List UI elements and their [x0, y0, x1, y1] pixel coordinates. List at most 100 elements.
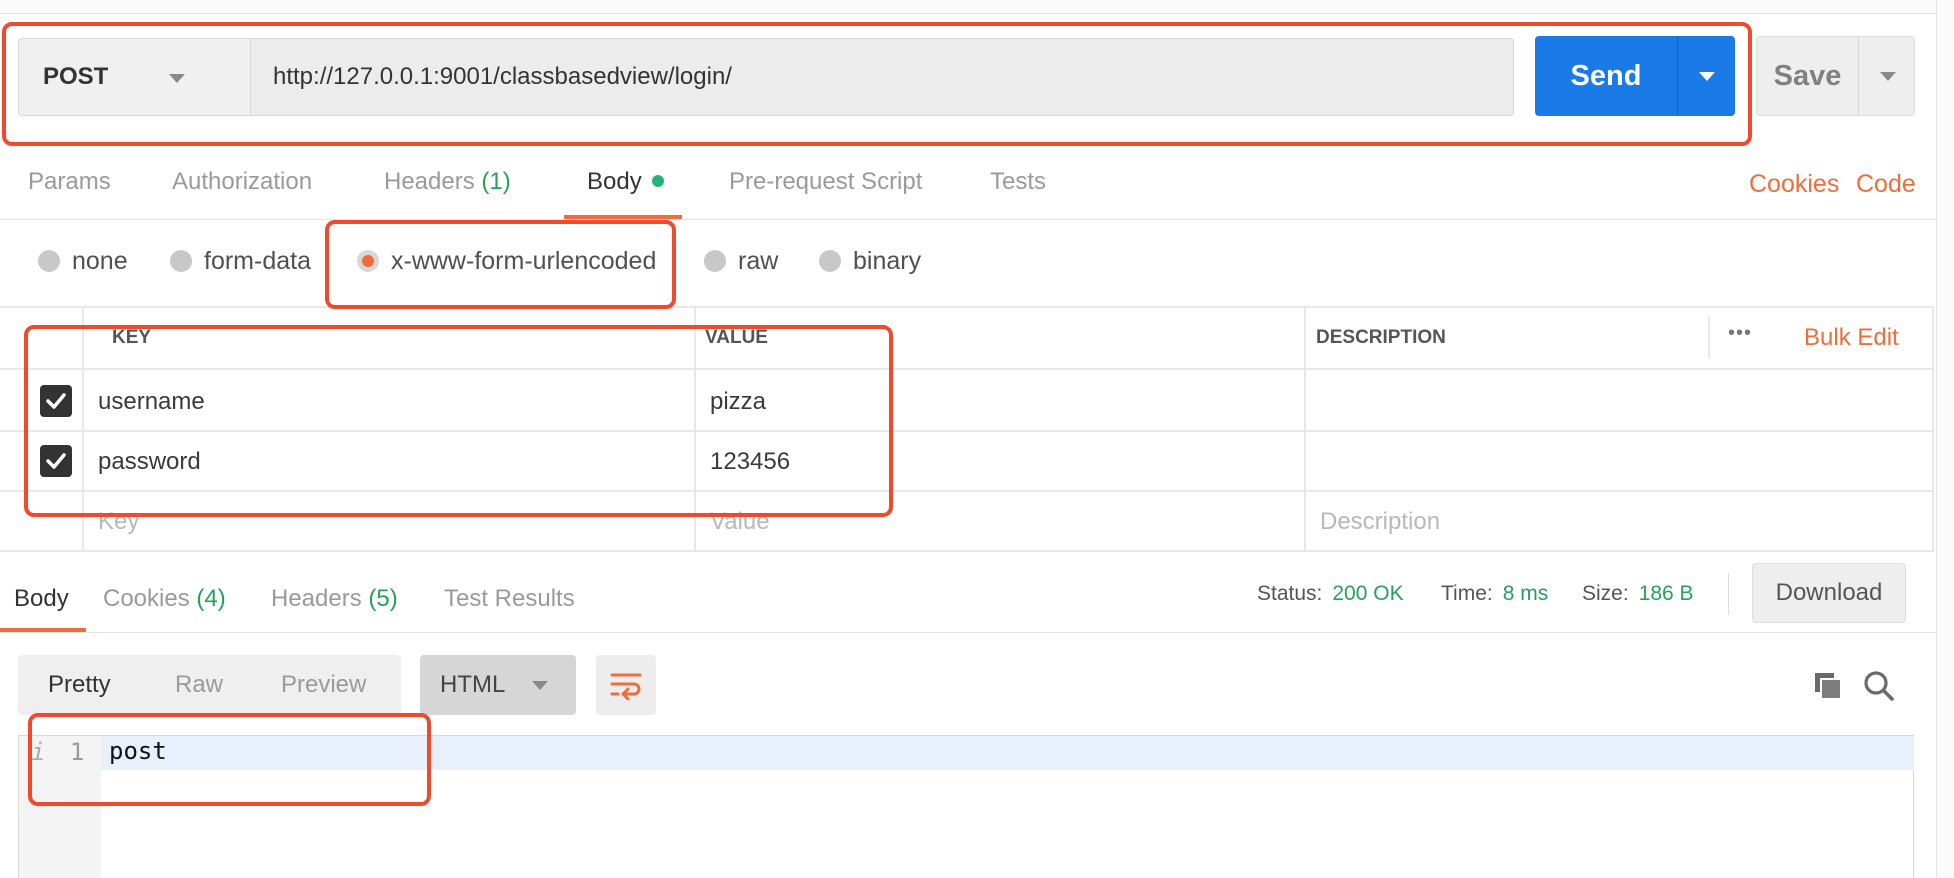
cookies-link[interactable]: Cookies	[1749, 170, 1839, 199]
response-body-editor[interactable]: i 1 post	[18, 735, 1914, 878]
param-key-cell[interactable]: password	[98, 448, 201, 476]
tab-body-label: Body	[587, 168, 642, 195]
tab-body[interactable]: Body	[587, 168, 664, 196]
response-headers-count-badge: (5)	[368, 585, 398, 612]
column-header-description: DESCRIPTION	[1316, 327, 1446, 348]
table-border	[0, 368, 1934, 370]
download-button[interactable]: Download	[1752, 563, 1906, 623]
tab-pre-request-label: Pre-request Script	[729, 168, 923, 195]
cookies-count-badge: (4)	[196, 585, 226, 612]
line-number-value: 1	[69, 738, 85, 766]
code-link[interactable]: Code	[1856, 170, 1916, 199]
body-type-binary[interactable]: binary	[819, 244, 921, 278]
save-options-button[interactable]	[1858, 37, 1916, 115]
save-button[interactable]: Save	[1756, 36, 1915, 116]
annotation-params	[24, 325, 893, 517]
radio-icon	[170, 250, 192, 272]
table-border	[0, 306, 1934, 308]
column-header-key: KEY	[112, 327, 152, 348]
table-border	[1304, 306, 1306, 550]
active-line-highlight	[101, 736, 1914, 770]
tab-tests[interactable]: Tests	[990, 168, 1046, 196]
size-value: 186 B	[1638, 582, 1694, 605]
download-label: Download	[1775, 579, 1883, 606]
send-button[interactable]: Send	[1535, 36, 1735, 116]
view-mode-group: Pretty Raw Preview	[18, 655, 401, 715]
body-type-form-data-label: form-data	[204, 246, 311, 275]
search-icon[interactable]	[1863, 670, 1895, 707]
format-select[interactable]: HTML	[420, 655, 576, 715]
method-label: POST	[43, 63, 109, 90]
url-input[interactable]: http://127.0.0.1:9001/classbasedview/log…	[251, 38, 1514, 116]
size-readout: Size: 186 B	[1582, 582, 1694, 606]
method-select[interactable]: POST	[18, 38, 251, 116]
radio-icon	[704, 250, 726, 272]
line-number: i 1	[31, 738, 84, 766]
radio-icon	[38, 250, 60, 272]
table-border	[1932, 306, 1934, 550]
table-border	[0, 550, 1934, 552]
checkbox-checked-icon[interactable]	[40, 385, 72, 417]
response-tab-body[interactable]: Body	[14, 585, 69, 613]
send-label: Send	[1570, 59, 1642, 92]
copy-icon[interactable]	[1813, 671, 1843, 706]
table-border	[1708, 316, 1710, 358]
chevron-down-icon	[169, 74, 185, 83]
url-value: http://127.0.0.1:9001/classbasedview/log…	[273, 63, 732, 90]
response-tab-cookies[interactable]: Cookies (4)	[103, 585, 226, 613]
view-pretty-button[interactable]: Pretty	[48, 655, 111, 715]
view-preview-button[interactable]: Preview	[281, 655, 366, 715]
view-raw-button[interactable]: Raw	[175, 655, 223, 715]
save-label: Save	[1773, 59, 1842, 92]
tab-params-label: Params	[28, 168, 111, 195]
send-options-button[interactable]	[1677, 36, 1735, 116]
right-edge-strip	[1936, 0, 1954, 878]
param-value-cell[interactable]: 123456	[710, 448, 790, 476]
tabs-divider	[0, 219, 1954, 220]
table-border	[82, 306, 84, 550]
new-key-input[interactable]: Key	[98, 508, 139, 536]
tab-headers[interactable]: Headers (1)	[384, 168, 511, 196]
headers-count-badge: (1)	[481, 168, 511, 195]
more-options-icon[interactable]: •••	[1728, 322, 1752, 345]
chevron-down-icon	[1880, 72, 1896, 81]
time-value: 8 ms	[1502, 582, 1549, 605]
status-readout: Status: 200 OK	[1257, 582, 1404, 606]
time-label: Time:	[1441, 582, 1493, 605]
tab-authorization[interactable]: Authorization	[172, 168, 312, 196]
window-top-strip	[0, 0, 1954, 14]
body-type-urlencoded[interactable]: x-www-form-urlencoded	[357, 244, 656, 278]
body-type-none-label: none	[72, 246, 128, 275]
checkbox-checked-icon[interactable]	[40, 445, 72, 477]
tab-headers-label: Headers	[384, 168, 475, 195]
param-key-cell[interactable]: username	[98, 388, 205, 416]
body-type-urlencoded-label: x-www-form-urlencoded	[391, 246, 657, 275]
param-value-cell[interactable]: pizza	[710, 388, 766, 416]
status-divider	[1728, 573, 1729, 615]
line-info-icon: i	[31, 738, 46, 766]
status-value: 200 OK	[1332, 582, 1404, 605]
tab-pre-request-script[interactable]: Pre-request Script	[729, 168, 922, 196]
response-tab-test-results[interactable]: Test Results	[444, 585, 575, 613]
body-type-none[interactable]: none	[38, 244, 128, 278]
chevron-down-icon	[532, 681, 548, 690]
chevron-down-icon	[1699, 72, 1715, 81]
response-tab-headers[interactable]: Headers (5)	[271, 585, 398, 613]
wrap-lines-icon[interactable]	[596, 655, 656, 715]
status-label: Status:	[1257, 582, 1323, 605]
column-header-value: VALUE	[705, 327, 768, 348]
new-value-input[interactable]: Value	[710, 508, 770, 536]
new-description-input[interactable]: Description	[1320, 508, 1440, 536]
body-type-raw-label: raw	[738, 246, 779, 275]
body-type-raw[interactable]: raw	[704, 244, 778, 278]
body-type-form-data[interactable]: form-data	[170, 244, 311, 278]
response-code-text: post	[109, 737, 167, 765]
radio-selected-icon	[357, 250, 379, 272]
bulk-edit-link[interactable]: Bulk Edit	[1804, 324, 1899, 352]
table-border	[0, 490, 1934, 492]
tab-authorization-label: Authorization	[172, 168, 313, 195]
table-border	[0, 430, 1934, 432]
tab-params[interactable]: Params	[28, 168, 111, 196]
response-tabs-divider	[0, 632, 1954, 633]
table-border	[694, 306, 696, 550]
